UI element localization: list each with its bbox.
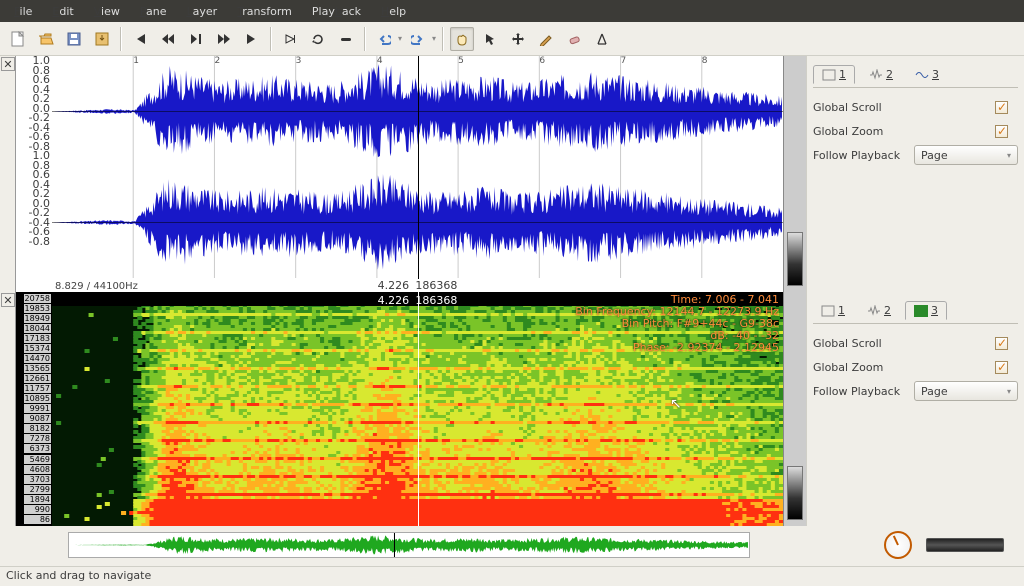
rewind-button[interactable] bbox=[156, 27, 180, 51]
follow-playback-label: Follow Playback bbox=[813, 385, 900, 398]
global-zoom-label: Global Zoom bbox=[813, 125, 883, 138]
global-scroll-label: Global Scroll bbox=[813, 337, 882, 350]
global-scroll-label: Global Scroll bbox=[813, 101, 882, 114]
redo-button[interactable] bbox=[406, 27, 430, 51]
waveform-controls-col: ✕ bbox=[0, 56, 16, 292]
playhead-info: 4.226 186368 bbox=[378, 294, 458, 307]
global-scroll-checkbox[interactable] bbox=[995, 337, 1008, 350]
global-zoom-label: Global Zoom bbox=[813, 361, 883, 374]
rewind-start-button[interactable] bbox=[128, 27, 152, 51]
spectrogram-freq-scale: 2075819853189491804417183153741447013565… bbox=[16, 292, 52, 526]
select-tool[interactable] bbox=[478, 27, 502, 51]
menu-edit[interactable]: Edit bbox=[42, 2, 83, 21]
layer-tab-2[interactable]: 2 bbox=[859, 302, 899, 319]
toolbar: ▾ ▾ bbox=[0, 22, 1024, 56]
undo-button[interactable] bbox=[372, 27, 396, 51]
level-meter bbox=[784, 292, 806, 526]
menu-transform[interactable]: Transform bbox=[227, 2, 302, 21]
menu-file[interactable]: File bbox=[4, 2, 42, 21]
global-scroll-checkbox[interactable] bbox=[995, 101, 1008, 114]
level-meter bbox=[784, 56, 806, 292]
move-tool[interactable] bbox=[506, 27, 530, 51]
layer-tab-2[interactable]: 2 bbox=[861, 66, 901, 83]
spectrogram-properties-panel: 1 2 3 Global Scroll Global Zoom Follow P… bbox=[806, 292, 1024, 526]
undo-dropdown[interactable]: ▾ bbox=[398, 34, 402, 43]
playhead-line bbox=[418, 56, 419, 292]
follow-playback-label: Follow Playback bbox=[813, 149, 900, 162]
playback-speed-dial[interactable] bbox=[884, 531, 912, 559]
layer-tab-3[interactable]: 3 bbox=[905, 301, 947, 320]
measure-tool[interactable] bbox=[590, 27, 614, 51]
close-pane-button[interactable]: ✕ bbox=[1, 57, 15, 71]
play-selection-button[interactable] bbox=[278, 27, 302, 51]
layer-tab-3[interactable]: 3 bbox=[907, 66, 947, 83]
menu-bar: File Edit View Pane Layer Transform Play… bbox=[0, 0, 1024, 22]
playhead-line bbox=[418, 292, 419, 526]
erase-tool[interactable] bbox=[562, 27, 586, 51]
playhead-info: 4.226 186368 bbox=[376, 279, 460, 292]
waveform-canvas[interactable]: 12345678 4.226 186368 8.829 / 44100Hz bbox=[52, 56, 784, 292]
spectrogram-canvas[interactable]: 4.226 186368 Time: 7.006 - 7.041 Bin Fre… bbox=[52, 292, 784, 526]
follow-playback-select[interactable]: Page▾ bbox=[914, 145, 1018, 165]
loop-button[interactable] bbox=[306, 27, 330, 51]
save-button[interactable] bbox=[62, 27, 86, 51]
menu-layer[interactable]: Layer bbox=[176, 2, 227, 21]
menu-pane[interactable]: Pane bbox=[130, 2, 177, 21]
status-bar: Click and drag to navigate bbox=[0, 566, 1024, 586]
layer-tab-1[interactable]: 1 bbox=[813, 65, 855, 84]
overview-waveform[interactable] bbox=[68, 532, 750, 558]
open-button[interactable] bbox=[34, 27, 58, 51]
redo-dropdown[interactable]: ▾ bbox=[432, 34, 436, 43]
gain-fader[interactable] bbox=[926, 538, 1004, 552]
export-button[interactable] bbox=[90, 27, 114, 51]
mouse-cursor-icon: ↖ bbox=[670, 396, 682, 412]
spectrogram-controls-col: ✕ bbox=[0, 292, 16, 526]
overview-bar bbox=[0, 526, 1024, 564]
spectrogram-pane: ✕ 20758198531894918044171831537414470135… bbox=[0, 292, 1024, 526]
global-zoom-checkbox[interactable] bbox=[995, 361, 1008, 374]
ffwd-end-button[interactable] bbox=[240, 27, 264, 51]
follow-playback-select[interactable]: Page▾ bbox=[914, 381, 1018, 401]
work-area: ✕ 1.00.80.60.40.20.0-0.2-0.4-0.6-0.81.00… bbox=[0, 56, 1024, 566]
layer-tab-1[interactable]: 1 bbox=[813, 302, 853, 319]
waveform-duration-info: 8.829 / 44100Hz bbox=[55, 281, 138, 292]
global-zoom-checkbox[interactable] bbox=[995, 125, 1008, 138]
menu-playback[interactable]: Playback bbox=[302, 2, 371, 21]
waveform-pane: ✕ 1.00.80.60.40.20.0-0.2-0.4-0.6-0.81.00… bbox=[0, 56, 1024, 292]
draw-tool[interactable] bbox=[534, 27, 558, 51]
ffwd-button[interactable] bbox=[212, 27, 236, 51]
close-pane-button[interactable]: ✕ bbox=[1, 293, 15, 307]
waveform-amplitude-scale: 1.00.80.60.40.20.0-0.2-0.4-0.6-0.81.00.8… bbox=[16, 56, 52, 292]
new-session-button[interactable] bbox=[6, 27, 30, 51]
navigate-tool[interactable] bbox=[450, 27, 474, 51]
menu-view[interactable]: View bbox=[84, 2, 130, 21]
play-pause-button[interactable] bbox=[184, 27, 208, 51]
spectrogram-cursor-info: Time: 7.006 - 7.041 Bin Frequency: 12144… bbox=[575, 294, 779, 354]
constrain-button[interactable] bbox=[334, 27, 358, 51]
waveform-properties-panel: 1 2 3 Global Scroll Global Zoom Follow P… bbox=[806, 56, 1024, 292]
menu-help[interactable]: Help bbox=[371, 2, 416, 21]
